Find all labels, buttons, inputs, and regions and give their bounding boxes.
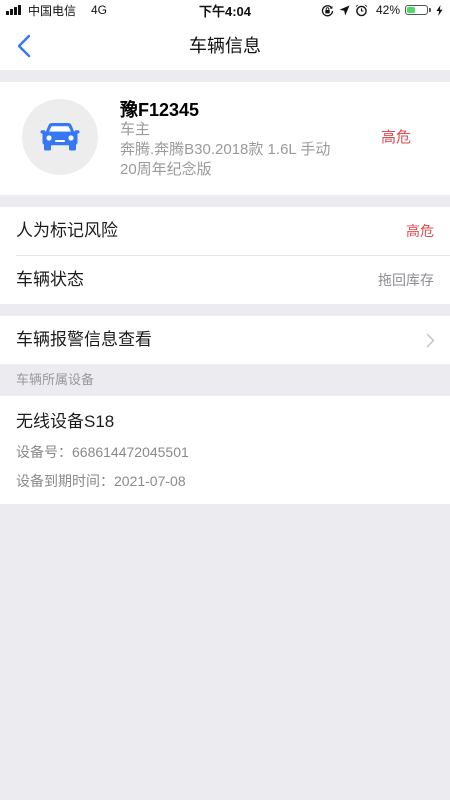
device-id-value: 668614472045501 [72, 444, 189, 460]
device-expiry-label: 设备到期时间： [16, 473, 114, 489]
device-id: 设备号：668614472045501 [16, 441, 189, 463]
vehicle-model-line-2: 20周年纪念版 [120, 161, 212, 178]
row-label: 车辆状态 [16, 270, 84, 289]
orientation-lock-icon [321, 0, 334, 20]
vehicle-info-group: 人为标记风险 高危 车辆状态 拖回库存 [0, 207, 450, 304]
chevron-left-icon [17, 34, 31, 58]
vehicle-model-line-1: 奔腾.奔腾B30.2018款 1.6L 手动 [120, 141, 331, 158]
row-label: 人为标记风险 [16, 221, 118, 240]
license-plate: 豫F12345 [120, 100, 200, 120]
battery-level-fill [407, 7, 415, 13]
chevron-right-icon [426, 333, 435, 348]
vehicle-summary-card: 豫F12345 车主 奔腾.奔腾B30.2018款 1.6L 手动 20周年纪念… [0, 82, 450, 195]
car-icon [40, 123, 80, 151]
devices-section-header: 车辆所属设备 [0, 364, 450, 396]
row-value: 高危 [406, 223, 434, 239]
battery-icon [405, 0, 431, 20]
battery-percentage: 42% [376, 3, 401, 17]
device-expiry: 设备到期时间：2021-07-08 [16, 470, 186, 492]
device-name: 无线设备S18 [16, 412, 115, 431]
device-id-label: 设备号： [16, 444, 72, 460]
back-button[interactable] [10, 32, 38, 60]
device-expiry-value: 2021-07-08 [114, 473, 186, 489]
charging-bolt-icon [436, 0, 443, 20]
status-bar: 中国电信 4G 下午4:04 42% [0, 0, 450, 20]
vehicle-avatar [22, 99, 98, 175]
manual-risk-row[interactable]: 人为标记风险 高危 [0, 207, 450, 255]
view-alarm-info-row[interactable]: 车辆报警信息查看 [0, 316, 450, 364]
risk-level-badge: 高危 [380, 129, 411, 146]
vehicle-status-row[interactable]: 车辆状态 拖回库存 [0, 256, 450, 304]
device-item[interactable]: 无线设备S18 设备号：668614472045501 设备到期时间：2021-… [0, 396, 450, 504]
alarm-clock-icon [355, 0, 368, 20]
row-value: 拖回库存 [378, 272, 434, 288]
page-title: 车辆信息 [189, 36, 261, 56]
row-label: 车辆报警信息查看 [16, 330, 152, 349]
owner-label: 车主 [120, 121, 151, 138]
location-arrow-icon [339, 0, 350, 20]
nav-bar: 车辆信息 [0, 20, 450, 70]
screen: 中国电信 4G 下午4:04 42% 车辆信息 豫F12345 车主 奔腾.奔腾… [0, 0, 450, 800]
